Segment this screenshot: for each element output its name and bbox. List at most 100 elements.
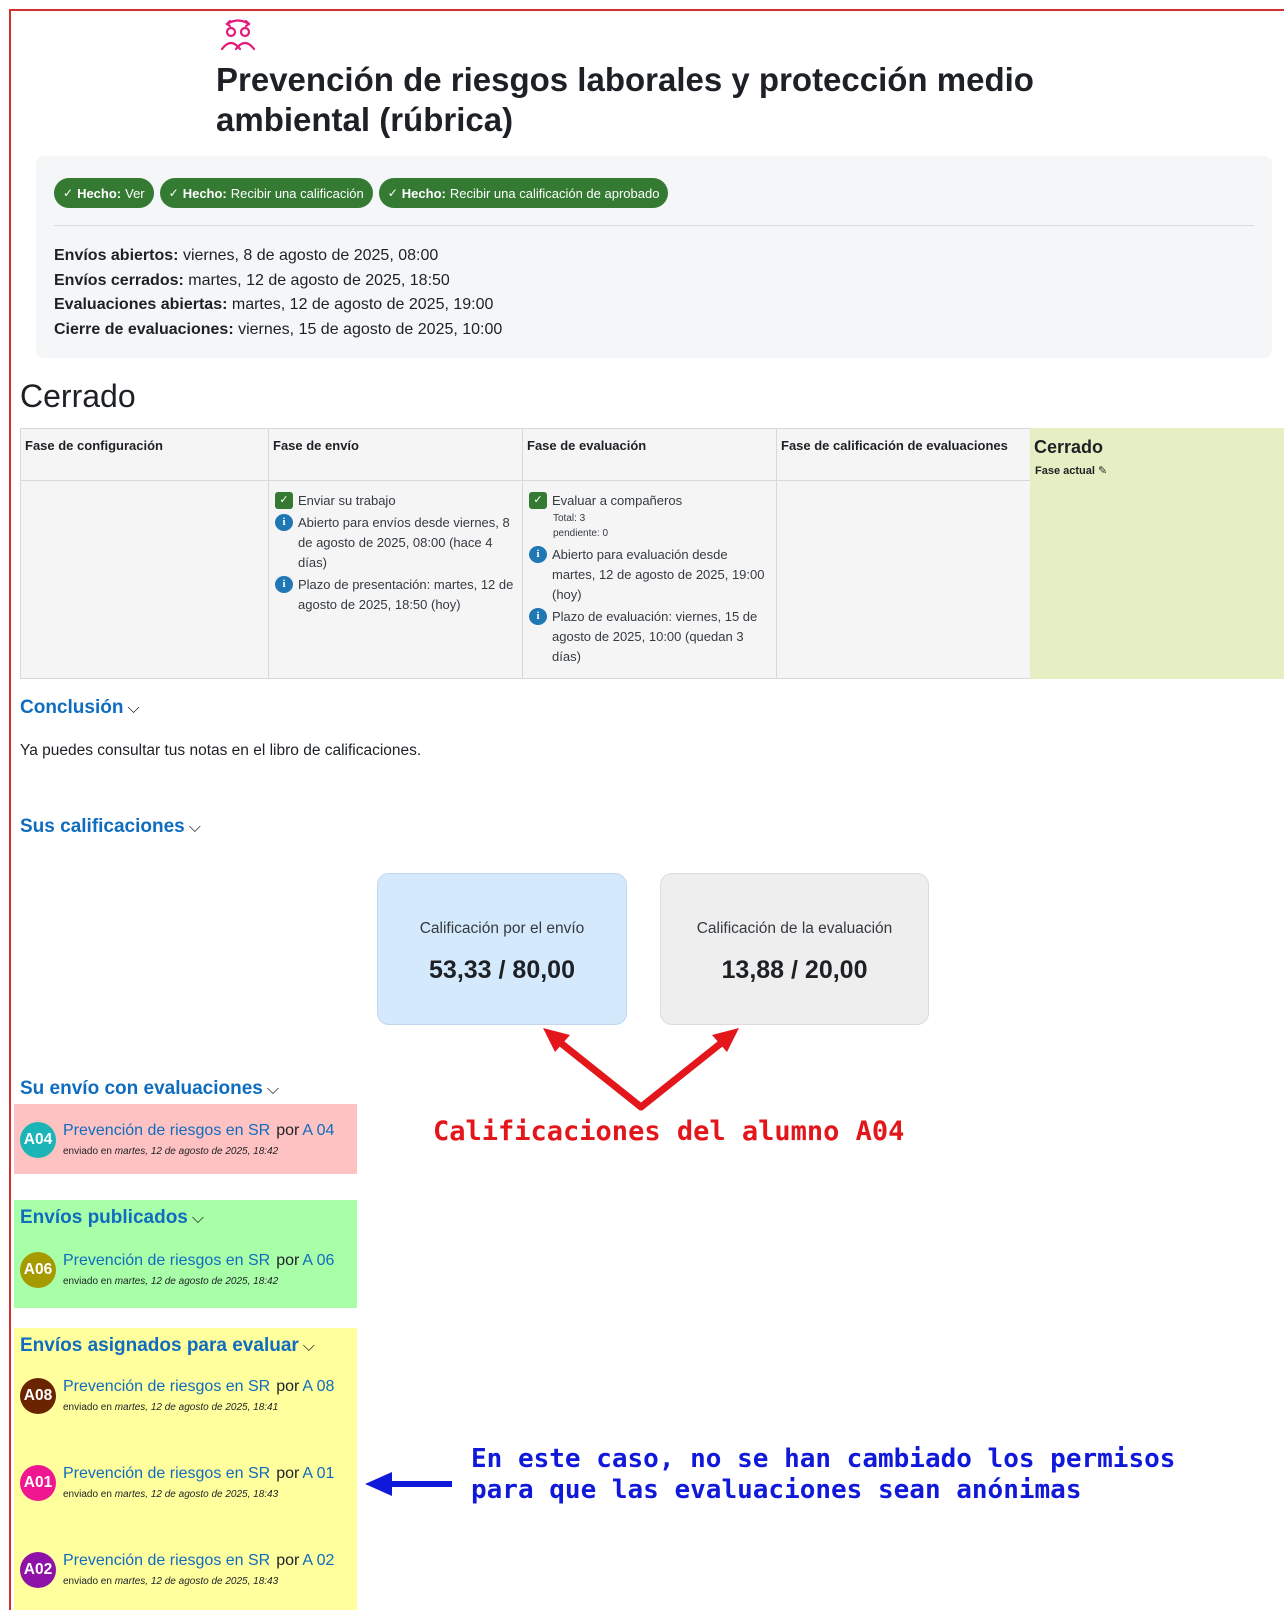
info-icon: i — [529, 546, 547, 563]
date-label: Envíos abiertos: — [54, 247, 179, 264]
submission-link[interactable]: Prevención de riesgos en SR — [63, 1465, 270, 1482]
badge-label: Hecho: — [77, 185, 122, 201]
info-icon: i — [529, 608, 547, 625]
date-row: Evaluaciones abiertas: martes, 12 de ago… — [54, 293, 502, 318]
phase-tasks: ✓ Enviar su trabajo i Abierto para envío… — [275, 491, 516, 617]
submission-date: enviado en martes, 12 de agosto de 2025,… — [63, 1146, 278, 1157]
date-value: martes, 12 de agosto de 2025, 18:41 — [114, 1402, 279, 1413]
published-heading[interactable]: Envíos publicados ⌵ — [20, 1207, 204, 1229]
page-title: Prevención de riesgos laborales y protec… — [216, 61, 1034, 138]
section-title: Conclusión — [20, 697, 124, 718]
badge-text: Recibir una calificación — [230, 185, 364, 201]
submission-entry: Prevención de riesgos en SR por A 08 — [63, 1378, 334, 1396]
annotation-line: para que las evaluaciones sean anónimas — [471, 1475, 1082, 1505]
date-value: martes, 12 de agosto de 2025, 18:42 — [114, 1146, 279, 1157]
grade-value: 53,33 / 80,00 — [429, 956, 575, 984]
phase-title: Fase de calificación de evaluaciones — [781, 438, 1008, 453]
completion-badge-view: ✓ Hecho: Ver — [54, 178, 154, 208]
divider — [269, 480, 522, 481]
submission-link[interactable]: Prevención de riesgos en SR — [63, 1378, 270, 1395]
submission-link[interactable]: Prevención de riesgos en SR — [63, 1122, 270, 1139]
annotation-permissions-note: En este caso, no se han cambiado los per… — [471, 1444, 1175, 1506]
submission-entry: Prevención de riesgos en SR por A 02 — [63, 1552, 334, 1570]
phase-title: Fase de envío — [273, 438, 359, 453]
by-text: por — [276, 1465, 300, 1482]
submission-entry: Prevención de riesgos en SR por A 06 — [63, 1252, 334, 1270]
author-link[interactable]: A 02 — [302, 1552, 334, 1569]
author-link[interactable]: A 04 — [302, 1122, 334, 1139]
sent-label: enviado en — [63, 1402, 112, 1413]
activity-dates-panel: ✓ Hecho: Ver ✓ Hecho: Recibir una califi… — [36, 156, 1272, 358]
date-label: Evaluaciones abiertas: — [54, 296, 228, 313]
author-link[interactable]: A 01 — [302, 1465, 334, 1482]
date-value: martes, 12 de agosto de 2025, 18:50 — [188, 271, 450, 289]
by-text: por — [276, 1552, 300, 1569]
date-value: martes, 12 de agosto de 2025, 19:00 — [231, 296, 494, 313]
annotation-grades-student: Calificaciones del alumno A04 — [433, 1116, 905, 1147]
sent-label: enviado en — [63, 1489, 112, 1500]
assigned-heading[interactable]: Envíos asignados para evaluar ⌵ — [20, 1335, 315, 1357]
submission-date: enviado en martes, 12 de agosto de 2025,… — [63, 1489, 278, 1500]
task-text: Plazo de evaluación: viernes, 15 de agos… — [552, 609, 758, 664]
phase-title: Fase de evaluación — [527, 438, 647, 453]
chevron-down-icon: ⌵ — [302, 1338, 315, 1355]
task-text: Abierto para envíos desde viernes, 8 de … — [298, 515, 510, 570]
by-text: por — [276, 1378, 300, 1395]
task-link[interactable]: Enviar su trabajo — [298, 491, 396, 511]
pencil-icon: ✎ — [1097, 465, 1108, 477]
section-title: Envíos publicados — [20, 1207, 188, 1228]
task-item: i Abierto para evaluación desde martes, … — [529, 545, 770, 605]
phase-assessment: Fase de evaluación ✓ Evaluar a compañero… — [522, 428, 777, 679]
current-phase-label: Fase actual ✎ — [1035, 464, 1107, 477]
submission-link[interactable]: Prevención de riesgos en SR — [63, 1252, 270, 1269]
task-item: ✓ Enviar su trabajo — [275, 491, 516, 511]
task-item: i Plazo de presentación: martes, 12 de a… — [275, 575, 516, 615]
activity-dates: Envíos abiertos: viernes, 8 de agosto de… — [54, 244, 502, 342]
task-text: Plazo de presentación: martes, 12 de ago… — [298, 577, 514, 612]
avatar: A02 — [20, 1552, 56, 1588]
badge-label: Hecho: — [401, 185, 446, 201]
workshop-users-icon — [220, 19, 256, 51]
task-item: i Abierto para envíos desde viernes, 8 d… — [275, 513, 516, 573]
submission-date: enviado en martes, 12 de agosto de 2025,… — [63, 1276, 278, 1287]
date-value: viernes, 8 de agosto de 2025, 08:00 — [182, 247, 439, 264]
submission-entry: Prevención de riesgos en SR por A 04 — [63, 1122, 334, 1140]
task-link[interactable]: Evaluar a compañeros — [552, 491, 682, 511]
sent-label: enviado en — [63, 1276, 112, 1287]
chevron-down-icon: ⌵ — [127, 700, 140, 717]
date-label: Cierre de evaluaciones: — [54, 320, 234, 338]
chevron-down-icon: ⌵ — [188, 819, 201, 836]
author-link[interactable]: A 06 — [302, 1252, 334, 1269]
date-label: Envíos cerrados: — [54, 271, 184, 289]
task-pending: pendiente: 0 — [553, 528, 609, 539]
info-icon: i — [275, 514, 293, 531]
task-item: ✓ Evaluar a compañeros — [529, 491, 770, 511]
completion-badge-pass-grade: ✓ Hecho: Recibir una calificación de apr… — [378, 178, 669, 208]
phase-title: Fase de configuración — [25, 438, 163, 453]
own-submission-heading[interactable]: Su envío con evaluaciones ⌵ — [20, 1078, 279, 1100]
badge-text: Ver — [125, 185, 145, 201]
conclusion-heading[interactable]: Conclusión ⌵ — [20, 697, 140, 719]
chevron-down-icon: ⌵ — [191, 1210, 205, 1227]
current-phase-heading: Cerrado — [20, 378, 136, 414]
task-done-icon: ✓ — [275, 492, 293, 509]
badge-text: Recibir una calificación de aprobado — [449, 185, 660, 201]
submission-link[interactable]: Prevención de riesgos en SR — [63, 1552, 270, 1569]
check-icon: ✓ — [387, 186, 398, 200]
current-phase-text: Fase actual — [1035, 465, 1095, 477]
phase-evaluation: Fase de calificación de evaluaciones — [776, 428, 1031, 679]
date-value: martes, 12 de agosto de 2025, 18:42 — [114, 1276, 279, 1287]
author-link[interactable]: A 08 — [302, 1378, 334, 1395]
phase-tasks: ✓ Evaluar a compañeros Total: 3 pendient… — [529, 491, 770, 669]
submission-date: enviado en martes, 12 de agosto de 2025,… — [63, 1402, 278, 1413]
divider — [777, 480, 1030, 481]
grades-heading[interactable]: Sus calificaciones ⌵ — [20, 816, 201, 838]
divider — [21, 480, 268, 481]
avatar: A08 — [20, 1378, 56, 1414]
info-icon: i — [275, 576, 293, 593]
check-icon: ✓ — [63, 186, 74, 200]
section-title: Sus calificaciones — [20, 816, 185, 837]
phase-closed-current: Cerrado Fase actual ✎ — [1030, 428, 1284, 679]
annotation-line: En este caso, no se han cambiado los per… — [471, 1444, 1176, 1474]
date-value: viernes, 15 de agosto de 2025, 10:00 — [238, 320, 503, 338]
